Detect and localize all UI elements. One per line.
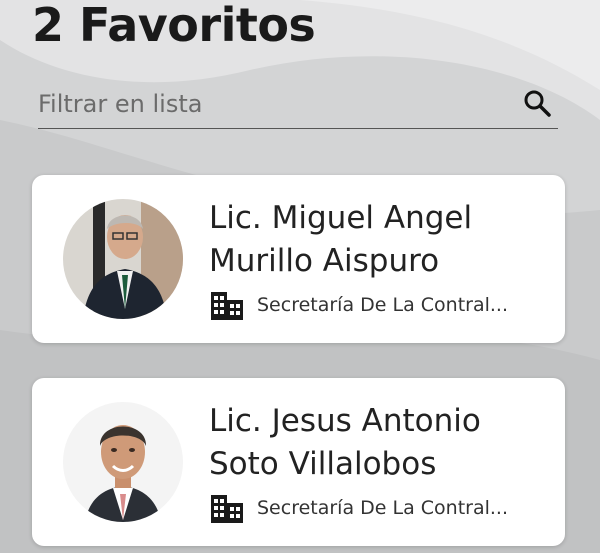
avatar: [63, 199, 183, 319]
page-title: 2 Favoritos: [32, 0, 316, 52]
department: Secretaría De La Contral...: [210, 492, 540, 526]
favorite-card[interactable]: Lic. Jesus Antonio Soto Villalobos Secre…: [32, 378, 565, 546]
search-bar: [38, 80, 558, 129]
avatar: [63, 402, 183, 522]
building-icon: [211, 292, 243, 320]
search-icon[interactable]: [522, 88, 552, 118]
building-icon: [211, 495, 243, 523]
department-label: Secretaría De La Contral...: [257, 294, 509, 316]
department: Secretaría De La Contral...: [210, 289, 540, 323]
contact-name-line1: Lic. Miguel Angel: [209, 200, 473, 236]
department-label: Secretaría De La Contral...: [257, 497, 509, 519]
favorite-card[interactable]: Lic. Miguel Angel Murillo Aispuro Secret…: [32, 175, 565, 343]
contact-name-line2: Soto Villalobos: [209, 446, 437, 482]
contact-name-line1: Lic. Jesus Antonio: [209, 403, 481, 439]
contact-name-line2: Murillo Aispuro: [209, 243, 440, 279]
contact-name: Lic. Miguel Angel Murillo Aispuro: [209, 197, 549, 283]
contact-name: Lic. Jesus Antonio Soto Villalobos: [209, 400, 549, 486]
search-input[interactable]: [38, 86, 508, 122]
